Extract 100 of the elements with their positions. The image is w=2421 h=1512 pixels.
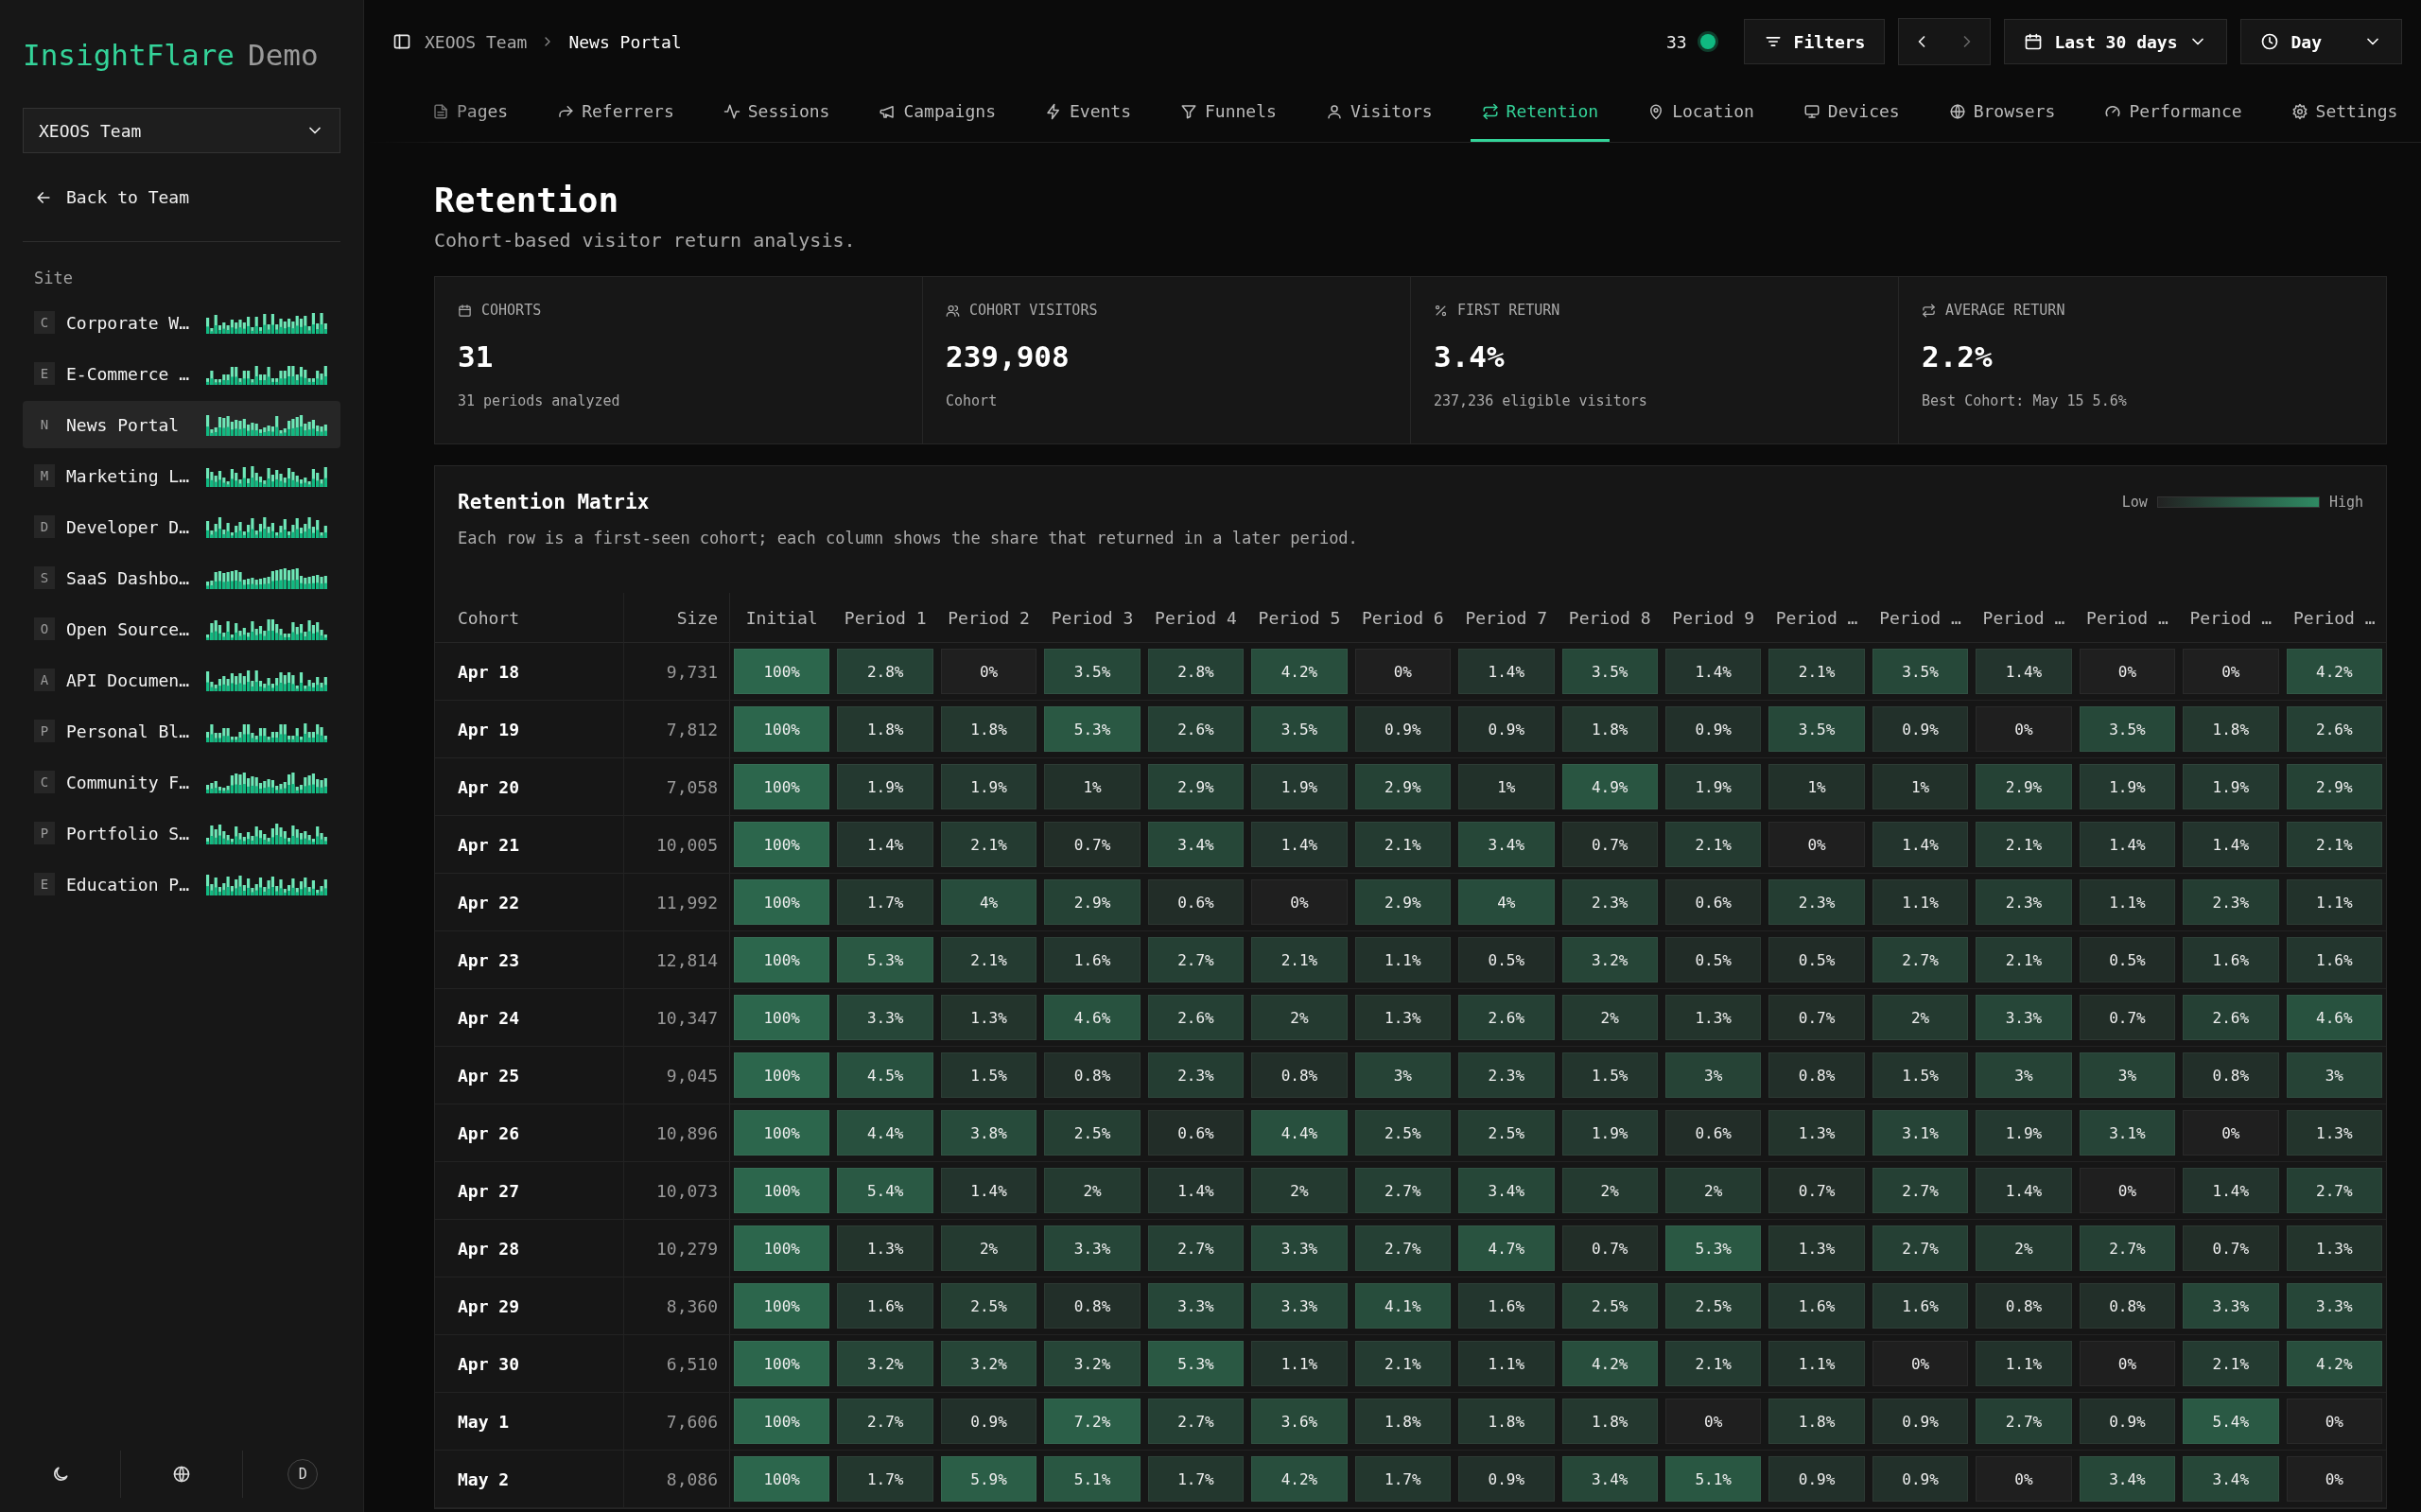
column-header: Period 2 [936,593,1041,643]
tab[interactable]: Devices [1791,83,1911,142]
retention-cell: 3.1% [2079,1110,2176,1156]
retention-cell: 1.9% [1251,764,1348,809]
retention-cell: 1.8% [1354,1399,1452,1444]
user-icon [1325,102,1343,120]
retention-cell: 5.3% [1147,1341,1245,1386]
column-header: Period 6 [1350,593,1455,643]
site-item[interactable]: E Education P… [23,860,340,908]
document-icon [432,102,449,120]
site-name: Education P… [66,874,191,895]
retention-cell: 0.8% [2183,1052,2279,1098]
retention-cell: 0.9% [1354,706,1452,752]
retention-cell: 1.4% [1147,1168,1245,1213]
page-subtitle: Cohort-based visitor return analysis. [434,229,857,252]
retention-cell: 0% [1976,706,2072,752]
retention-cell: 5.4% [837,1168,933,1213]
stat-value: 3.4% [1434,339,1505,374]
retention-cell: 0% [2183,1110,2279,1156]
tab[interactable]: Browsers [1937,83,2067,142]
stat-value: 2.2% [1922,339,1993,374]
filters-button[interactable]: Filters [1743,19,1886,64]
retention-cell: 3% [2079,1052,2176,1098]
retention-cell: 2% [1044,1168,1141,1213]
retention-cell: 0.8% [2079,1283,2176,1329]
site-item[interactable]: C Community F… [23,758,340,806]
date-range-select[interactable]: Last 30 days [2004,19,2228,64]
retention-cell: 1% [1044,764,1141,809]
cohort-size: 7,606 [624,1393,730,1451]
retention-cell: 1.9% [1561,1110,1658,1156]
site-name: Corporate W… [66,312,191,333]
site-name: API Documen… [66,669,191,690]
retention-cell: 2.7% [1147,1225,1245,1271]
retention-cell: 0% [2183,649,2279,694]
tab[interactable]: Visitors [1314,83,1444,142]
site-item[interactable]: N News Portal [23,401,340,448]
retention-cell: 3.5% [1561,649,1658,694]
retention-cell: 4% [940,879,1037,925]
sidebar-toggle-icon[interactable] [392,32,411,51]
retention-cell: 3% [1354,1052,1452,1098]
breadcrumb-item[interactable]: XEOOS Team [425,31,528,52]
retention-cell: 0.5% [1664,937,1762,982]
retention-cell: 2.7% [1147,1399,1245,1444]
column-header: Size [624,593,730,643]
retention-cell: 5.3% [837,937,933,982]
site-name: Developer D… [66,516,191,537]
site-item[interactable]: A API Documen… [23,656,340,704]
online-count: 33 [1665,31,1687,52]
card-title: Retention Matrix [458,491,651,513]
site-item[interactable]: S SaaS Dashbo… [23,554,340,601]
team-select[interactable]: XEOOS Team [23,108,340,153]
column-header: Period 7 [1454,593,1559,643]
tab[interactable]: Sessions [711,83,842,142]
granularity-select[interactable]: Day [2240,19,2402,64]
retention-cell: 0.8% [1768,1052,1865,1098]
site-item[interactable]: O Open Source… [23,605,340,652]
stat-note: 31 periods analyzed [458,392,620,409]
tab[interactable]: Settings [2279,83,2410,142]
retention-cell: 1.6% [1458,1283,1555,1329]
retention-cell: 2.7% [1147,937,1245,982]
retention-cell: 1.3% [1768,1110,1865,1156]
site-item[interactable]: P Portfolio S… [23,809,340,857]
cohort-size: 11,992 [624,874,730,931]
retention-cell: 3.2% [1044,1341,1141,1386]
monitor-icon [1803,102,1820,120]
retention-cell: 100% [734,1456,830,1502]
retention-cell: 0.9% [1872,1399,1969,1444]
tab[interactable]: Referrers [546,83,686,142]
back-link[interactable]: Back to Team [23,176,201,218]
stat-note: Best Cohort: May 15 5.6% [1922,392,2127,409]
retention-cell: 0.8% [1251,1052,1348,1098]
retention-cell: 5.3% [1044,706,1141,752]
retention-cell: 0% [1354,649,1452,694]
tab[interactable]: Retention [1470,83,1611,142]
retention-cell: 1.7% [837,879,933,925]
site-item[interactable]: M Marketing L… [23,452,340,499]
tab[interactable]: Campaigns [867,83,1007,142]
tab[interactable]: Funnels [1169,83,1288,142]
retention-cell: 3.3% [1976,995,2072,1040]
site-item[interactable]: E E-Commerce … [23,350,340,397]
retention-cell: 100% [734,1052,830,1098]
site-item[interactable]: D Developer D… [23,503,340,550]
site-initial: E [34,873,55,895]
retention-cell: 0.9% [1458,1456,1555,1502]
stat-label: FIRST RETURN [1457,302,1560,319]
retention-cell: 3.5% [1872,649,1969,694]
retention-cell: 3.2% [837,1341,933,1386]
retention-cell: 0.9% [1458,706,1555,752]
tab[interactable]: Performance [2093,83,2254,142]
cohort-size: 10,005 [624,816,730,874]
users-icon [946,303,960,318]
site-initial: D [34,515,55,538]
retention-cell: 1.5% [1872,1052,1969,1098]
site-item[interactable]: C Corporate W… [23,299,340,346]
retention-cell: 1.4% [1664,649,1762,694]
site-item[interactable]: P Personal Bl… [23,707,340,755]
tab[interactable]: Pages [421,83,520,142]
avatar[interactable]: D [287,1459,319,1489]
tab[interactable]: Events [1034,83,1142,142]
tab[interactable]: Location [1636,83,1766,142]
